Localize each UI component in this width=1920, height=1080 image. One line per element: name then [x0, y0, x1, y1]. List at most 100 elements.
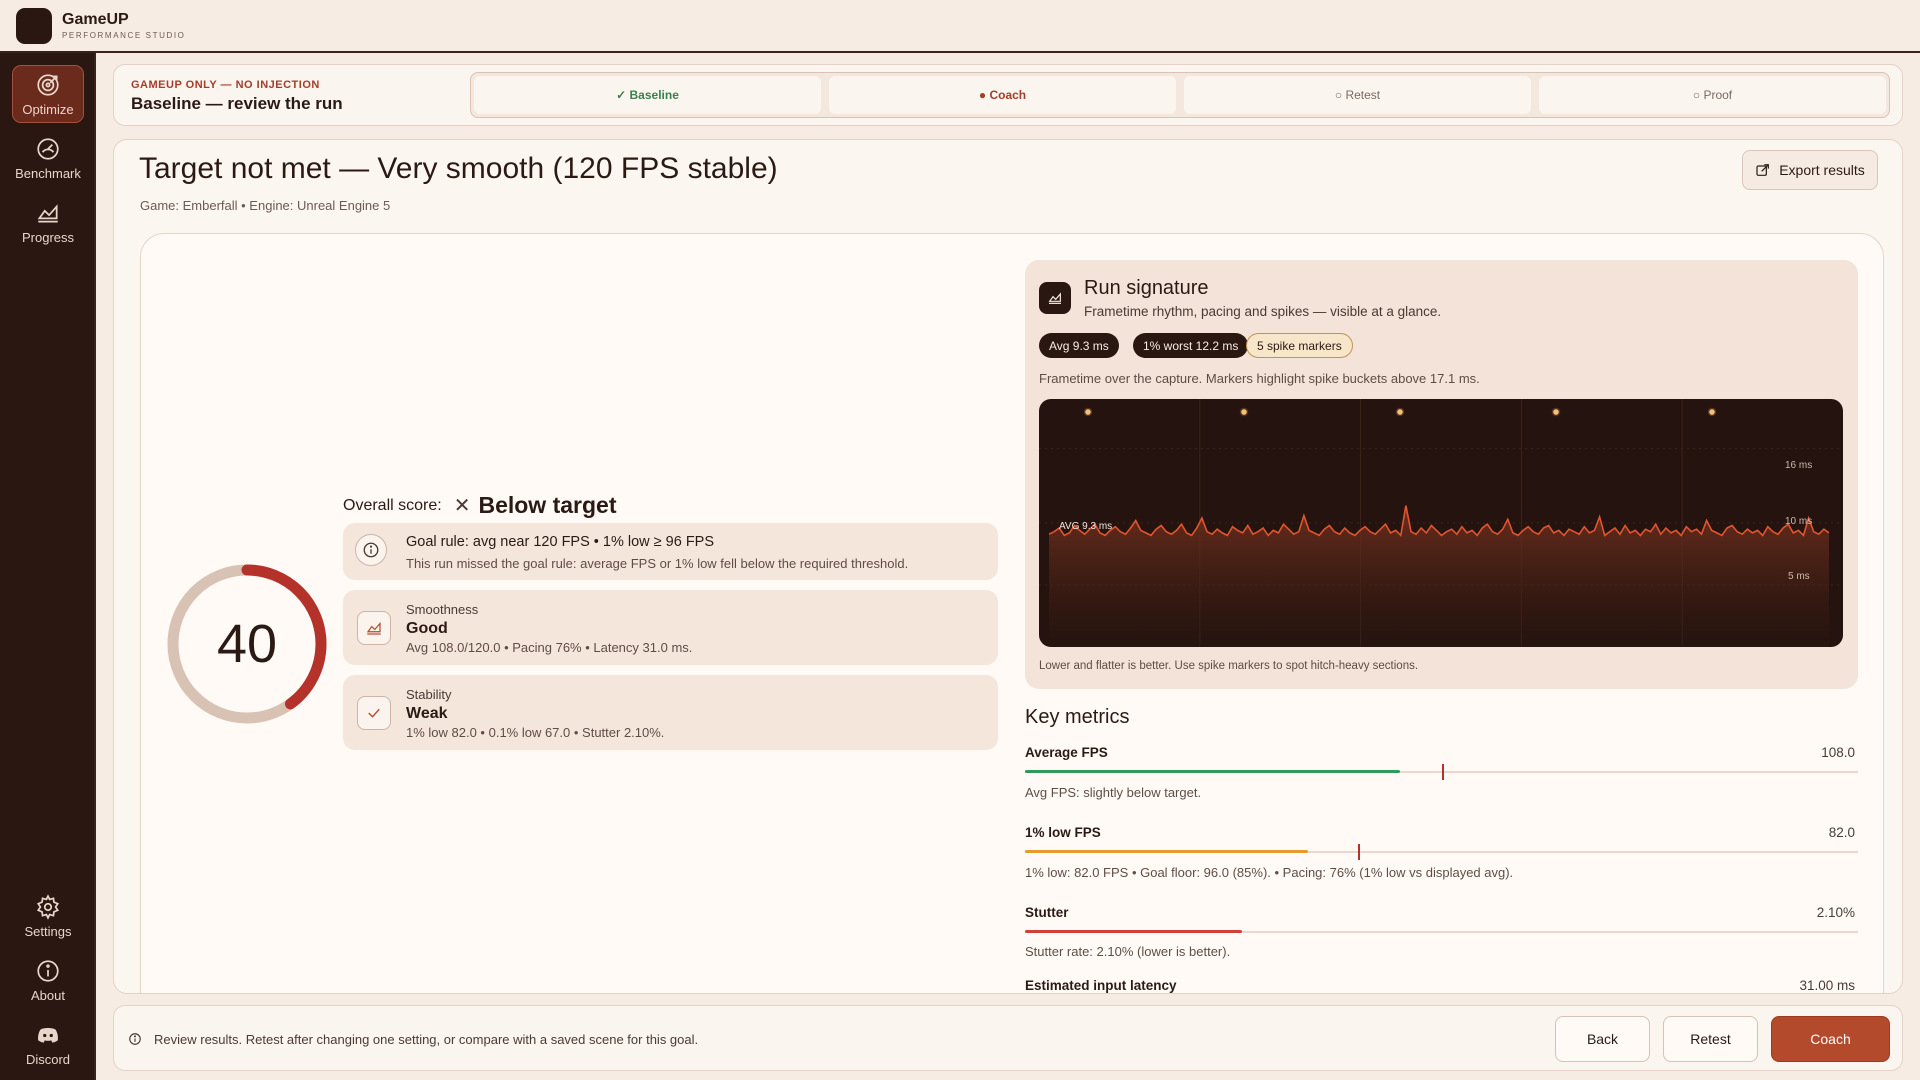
- metric-bar-fill: [1025, 850, 1309, 853]
- metric-avg-fps-label: Average FPS: [1025, 745, 1108, 760]
- spike-marker[interactable]: [1239, 407, 1249, 417]
- metric-stutter-value: 2.10%: [1816, 905, 1855, 920]
- goal-rule-body: This run missed the goal rule: average F…: [406, 556, 909, 571]
- step-coach[interactable]: ● Coach: [829, 76, 1176, 114]
- run-signature-title: Run signature: [1084, 277, 1209, 299]
- step-header: GAMEUP ONLY — NO INJECTION Baseline — re…: [113, 64, 1903, 126]
- target-marker: [1441, 764, 1444, 780]
- frametime-line: [1048, 505, 1830, 538]
- sidebar-item-about[interactable]: About: [12, 951, 84, 1009]
- chart-description: Frametime over the capture. Markers high…: [1039, 371, 1480, 386]
- frametime-chart-svg: AVG 9.3 ms 16 ms 10 ms 5 ms: [1039, 399, 1843, 647]
- info-icon: [37, 959, 59, 982]
- sidebar-item-label: Discord: [25, 1051, 71, 1067]
- score-value: 40: [216, 614, 278, 674]
- retest-button[interactable]: Retest: [1663, 1016, 1758, 1062]
- overall-score: Overall score: ✕ Below target: [343, 492, 617, 519]
- sidebar-item-label: Settings: [24, 923, 72, 939]
- app-subtitle: PERFORMANCE STUDIO: [62, 31, 186, 40]
- close-icon: ✕: [453, 495, 471, 517]
- chart-icon: [357, 611, 391, 645]
- spike-marker[interactable]: [1083, 407, 1093, 417]
- gauge-icon: [37, 137, 59, 160]
- target-marker: [1358, 844, 1361, 860]
- sidebar-item-label: Progress: [21, 229, 75, 245]
- spike-marker[interactable]: [1395, 407, 1405, 417]
- discord-icon: [38, 1027, 58, 1043]
- sidebar-item-benchmark[interactable]: Benchmark: [12, 129, 84, 187]
- y-tick-label: 5 ms: [1788, 571, 1810, 582]
- smoothness-label: Smoothness: [406, 602, 479, 617]
- spike-chip: 5 spike markers: [1246, 333, 1353, 358]
- app-name: GameUP: [62, 11, 129, 28]
- info-icon: [129, 1033, 141, 1045]
- metric-1pct-low-bar: [1025, 844, 1858, 860]
- step-tracker: ✓ Baseline ● Coach ○ Retest ○ Proof: [470, 72, 1890, 118]
- app-logo: G: [16, 7, 52, 117]
- stability-label: Stability: [406, 687, 452, 702]
- worst-chip: 1% worst 12.2 ms: [1133, 333, 1249, 358]
- step-proof[interactable]: ○ Proof: [1539, 76, 1886, 114]
- metric-avg-fps-value: 108.0: [1821, 745, 1855, 760]
- goal-rule-panel: Goal rule: avg near 120 FPS • 1% low ≥ 9…: [343, 523, 998, 580]
- target-icon: [37, 73, 59, 96]
- sidebar-item-label: Optimize: [22, 101, 74, 117]
- smoothness-rating: Good: [406, 620, 448, 637]
- metric-latency-label: Estimated input latency: [1025, 978, 1177, 993]
- sidebar-item-settings[interactable]: Settings: [12, 887, 84, 945]
- sidebar-item-progress[interactable]: Progress: [12, 193, 84, 251]
- page-title: Target not met — Very smooth (120 FPS st…: [139, 152, 778, 185]
- step-retest[interactable]: ○ Retest: [1184, 76, 1531, 114]
- metric-1pct-low-note: 1% low: 82.0 FPS • Goal floor: 96.0 (85%…: [1025, 865, 1514, 880]
- metric-bar-fill: [1025, 770, 1400, 773]
- step-title: Baseline — review the run: [131, 94, 343, 113]
- y-tick-label: 16 ms: [1785, 460, 1812, 471]
- check-icon: [357, 696, 391, 730]
- metric-stutter-bar: [1025, 930, 1858, 933]
- step-baseline[interactable]: ✓ Baseline: [474, 76, 821, 114]
- action-bar: Review results. Retest after changing on…: [113, 1005, 1903, 1071]
- game-engine-info: Game: Emberfall • Engine: Unreal Engine …: [140, 198, 391, 213]
- run-signature-subtitle: Frametime rhythm, pacing and spikes — vi…: [1084, 304, 1442, 319]
- goal-rule-title: Goal rule: avg near 120 FPS • 1% low ≥ 9…: [406, 533, 714, 551]
- chart-footnote: Lower and flatter is better. Use spike m…: [1039, 660, 1419, 672]
- stability-detail: 1% low 82.0 • 0.1% low 67.0 • Stutter 2.…: [406, 725, 665, 740]
- metric-stutter-note: Stutter rate: 2.10% (lower is better).: [1025, 944, 1231, 959]
- metric-avg-fps-bar: [1025, 764, 1858, 780]
- smoothness-panel: Smoothness Good Avg 108.0/120.0 • Pacing…: [343, 590, 998, 665]
- key-metrics-title: Key metrics: [1025, 706, 1130, 728]
- goal-rule-text: Goal rule: avg near 120 FPS • 1% low ≥ 9…: [406, 534, 715, 550]
- frametime-area: [1049, 505, 1829, 647]
- metric-bar-fill: [1025, 930, 1242, 933]
- footer-hint: Review results. Retest after changing on…: [154, 1032, 699, 1047]
- metric-1pct-low-value: 82.0: [1828, 825, 1855, 840]
- stability-rating: Weak: [406, 705, 448, 722]
- y-tick-label: 10 ms: [1785, 516, 1812, 527]
- info-icon: [355, 534, 387, 566]
- run-signature-panel: Run signature Frametime rhythm, pacing a…: [1025, 260, 1858, 689]
- gear-icon: [36, 893, 60, 920]
- coach-button[interactable]: Coach: [1771, 1016, 1890, 1062]
- sidebar-item-label: About: [31, 987, 65, 1003]
- metric-stutter-label: Stutter: [1025, 905, 1069, 920]
- results-card: Target not met — Very smooth (120 FPS st…: [113, 139, 1903, 994]
- overall-score-label: Overall score:: [343, 496, 442, 514]
- stability-panel: Stability Weak 1% low 82.0 • 0.1% low 67…: [343, 675, 998, 750]
- smoothness-detail: Avg 108.0/120.0 • Pacing 76% • Latency 3…: [406, 640, 693, 655]
- mode-tag: GAMEUP ONLY — NO INJECTION: [131, 79, 320, 91]
- avg-chip: Avg 9.3 ms: [1039, 333, 1119, 358]
- results-panel: 40 Overall score: ✕ Below target Goal ru…: [140, 233, 1884, 993]
- sidebar: Optimize Benchmark Progress Settings Abo…: [0, 53, 96, 1080]
- back-button[interactable]: Back: [1555, 1016, 1650, 1062]
- sidebar-item-optimize[interactable]: Optimize: [12, 65, 84, 123]
- export-results-button[interactable]: Export results: [1742, 150, 1878, 190]
- sidebar-item-label: Benchmark: [15, 165, 81, 181]
- metric-latency-value: 31.00 ms: [1799, 978, 1855, 993]
- export-label: Export results: [1779, 162, 1865, 178]
- chart-icon: [37, 203, 58, 223]
- spike-marker[interactable]: [1707, 407, 1717, 417]
- metric-1pct-low-label: 1% low FPS: [1025, 825, 1101, 840]
- sidebar-item-discord[interactable]: Discord: [12, 1015, 84, 1073]
- spike-marker[interactable]: [1551, 407, 1561, 417]
- overall-score-value: Below target: [478, 492, 617, 518]
